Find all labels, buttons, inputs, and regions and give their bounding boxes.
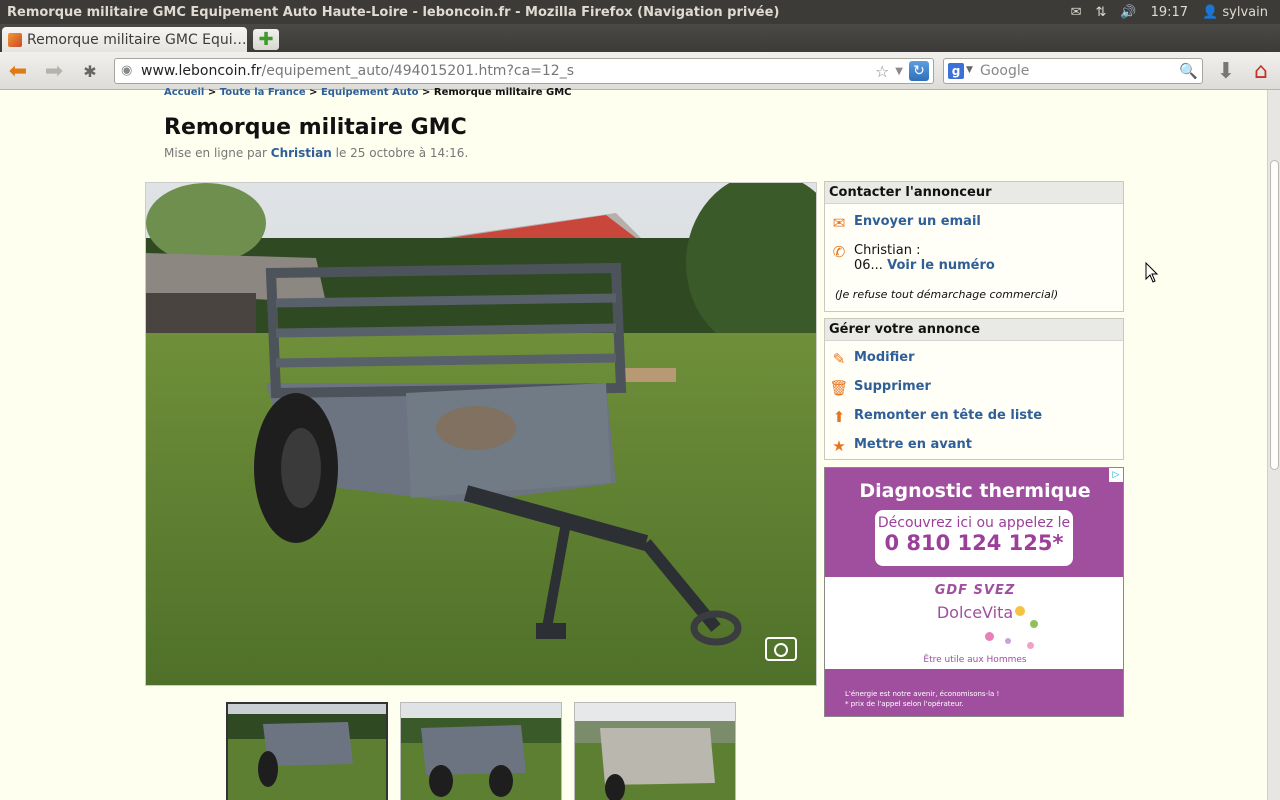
modify-row[interactable]: ✎ Modifier bbox=[829, 350, 915, 368]
system-tray: ✉ ⇅ 🔊 19:17 👤 sylvain bbox=[1071, 5, 1280, 20]
user-menu[interactable]: 👤 sylvain bbox=[1202, 5, 1268, 20]
breadcrumb-current: Remorque militaire GMC bbox=[433, 87, 572, 98]
ad-dots-decoration bbox=[975, 602, 1045, 652]
new-tab-button[interactable]: ✚ bbox=[253, 29, 279, 50]
os-top-panel: Remorque militaire GMC Equipement Auto H… bbox=[0, 0, 1280, 24]
ad-phone-box: Découvrez ici ou appelez le 0 810 124 12… bbox=[875, 510, 1073, 566]
bookmark-star-icon[interactable]: ☆ bbox=[875, 62, 889, 81]
tab-title: Remorque militaire GMC Equi… bbox=[27, 31, 247, 48]
trash-icon: 🗑 bbox=[829, 379, 849, 397]
download-icon[interactable]: ⬇ bbox=[1214, 59, 1238, 84]
contact-box: Contacter l'annonceur ✉ Envoyer un email… bbox=[824, 181, 1124, 312]
navigation-toolbar: ⬅ ➡ ✱ ◉ www.leboncoin.fr/equipement_auto… bbox=[0, 52, 1280, 90]
thumbnail-1[interactable] bbox=[226, 702, 388, 800]
delete-link[interactable]: Supprimer bbox=[854, 379, 931, 394]
search-placeholder: Google bbox=[980, 63, 1030, 79]
ad-callout: Découvrez ici ou appelez le bbox=[877, 515, 1071, 531]
manage-box: Gérer votre annonce ✎ Modifier 🗑 Supprim… bbox=[824, 318, 1124, 460]
ad-footer-line2: * prix de l'appel selon l'opérateur. bbox=[845, 700, 964, 708]
advertisement-banner[interactable]: Diagnostic thermique Découvrez ici ou ap… bbox=[824, 467, 1124, 717]
bump-row[interactable]: ⬆ Remonter en tête de liste bbox=[829, 408, 1042, 426]
main-photo[interactable] bbox=[145, 182, 817, 686]
arrow-up-icon: ⬆ bbox=[832, 408, 846, 426]
author-link[interactable]: Christian bbox=[271, 146, 332, 160]
trailer-photo bbox=[146, 183, 816, 685]
engine-dropdown-icon[interactable]: ▼ bbox=[966, 65, 973, 75]
privacy-icon[interactable]: ✱ bbox=[78, 59, 102, 83]
delete-row[interactable]: 🗑 Supprimer bbox=[829, 379, 931, 397]
feature-link[interactable]: Mettre en avant bbox=[854, 437, 972, 452]
history-dropdown-icon[interactable]: ▼ bbox=[895, 66, 903, 77]
volume-icon[interactable]: 🔊 bbox=[1120, 5, 1136, 20]
tab-bar: Remorque militaire GMC Equi… ✚ bbox=[0, 24, 1280, 52]
clock[interactable]: 19:17 bbox=[1151, 5, 1188, 20]
google-engine-icon[interactable]: g bbox=[948, 63, 964, 79]
home-icon[interactable]: ⌂ bbox=[1249, 59, 1273, 84]
ad-tagline: Être utile aux Hommes bbox=[923, 655, 1027, 665]
phone-prefix: 06... bbox=[854, 258, 883, 273]
posted-date: le 25 octobre à 14:16. bbox=[335, 146, 469, 160]
user-icon: 👤 bbox=[1202, 4, 1219, 20]
url-bar[interactable]: ◉ www.leboncoin.fr/equipement_auto/49401… bbox=[114, 58, 934, 84]
ad-phone-number: 0 810 124 125* bbox=[884, 531, 1064, 555]
search-bar[interactable]: g ▼ Google 🔍 bbox=[943, 58, 1203, 84]
thumbnail-2[interactable] bbox=[400, 702, 562, 800]
phone-icon: ✆ bbox=[832, 243, 846, 261]
back-button[interactable]: ⬅ bbox=[6, 59, 30, 84]
thumbnail-1-image bbox=[228, 704, 386, 800]
ad-footer-line1: L'énergie est notre avenir, économisons-… bbox=[845, 690, 1000, 698]
ad-middle-section: GDF SVEZ DolceVita Être utile aux Hommes bbox=[825, 577, 1123, 669]
contact-heading: Contacter l'annonceur bbox=[825, 182, 1123, 204]
show-number-link[interactable]: Voir le numéro bbox=[887, 258, 995, 273]
advertiser-name: Christian : bbox=[854, 243, 921, 258]
breadcrumb-separator: > bbox=[207, 87, 217, 98]
breadcrumb-separator: > bbox=[422, 87, 431, 98]
window-title: Remorque militaire GMC Equipement Auto H… bbox=[7, 4, 780, 20]
ad-top-section: Diagnostic thermique Découvrez ici ou ap… bbox=[825, 468, 1123, 577]
ad-footer: L'énergie est notre avenir, économisons-… bbox=[825, 669, 1123, 716]
pencil-icon: ✎ bbox=[832, 350, 846, 368]
mail-icon[interactable]: ✉ bbox=[1071, 5, 1082, 20]
reload-icon[interactable]: ↻ bbox=[909, 61, 929, 81]
posted-prefix: Mise en ligne par bbox=[164, 146, 267, 160]
adchoices-icon[interactable]: ▷ bbox=[1109, 468, 1123, 482]
breadcrumb-category-link[interactable]: Equipement Auto bbox=[321, 87, 419, 98]
globe-icon: ◉ bbox=[121, 63, 133, 78]
mouse-cursor-icon bbox=[1145, 262, 1159, 283]
url-path: /equipement_auto/494015201.htm?ca=12_s bbox=[261, 63, 574, 79]
thumbnail-2-image bbox=[401, 703, 561, 800]
thumbnail-3-image bbox=[575, 703, 735, 800]
posted-info: Mise en ligne par Christian le 25 octobr… bbox=[164, 146, 468, 160]
envelope-icon: ✉ bbox=[832, 214, 846, 232]
modify-link[interactable]: Modifier bbox=[854, 350, 915, 365]
favicon-icon bbox=[8, 32, 22, 47]
breadcrumb-home-link[interactable]: Accueil bbox=[164, 87, 204, 98]
scroll-thumb[interactable] bbox=[1270, 160, 1279, 470]
ad-title: Diagnostic thermique bbox=[859, 480, 1091, 502]
breadcrumb: Accueil > Toute la France > Equipement A… bbox=[164, 87, 572, 98]
phone-row: ✆ Christian : 06... Voir le numéro bbox=[829, 243, 995, 273]
breadcrumb-region-link[interactable]: Toute la France bbox=[220, 87, 306, 98]
star-icon: ★ bbox=[832, 437, 846, 455]
network-icon[interactable]: ⇅ bbox=[1096, 5, 1107, 20]
search-icon[interactable]: 🔍 bbox=[1179, 62, 1198, 80]
send-email-row[interactable]: ✉ Envoyer un email bbox=[829, 214, 981, 232]
breadcrumb-separator: > bbox=[309, 87, 318, 98]
feature-row[interactable]: ★ Mettre en avant bbox=[829, 437, 972, 455]
url-host: www.leboncoin.fr bbox=[141, 63, 262, 79]
ad-brand-logo: GDF SVEZ bbox=[934, 583, 1016, 598]
bump-link[interactable]: Remonter en tête de liste bbox=[854, 408, 1042, 423]
thumbnail-3[interactable] bbox=[574, 702, 736, 800]
user-name: sylvain bbox=[1222, 4, 1268, 20]
disclaimer-text: (Je refuse tout démarchage commercial) bbox=[835, 288, 1059, 301]
send-email-link[interactable]: Envoyer un email bbox=[854, 214, 981, 229]
forward-button[interactable]: ➡ bbox=[42, 59, 66, 84]
page-scrollbar[interactable] bbox=[1267, 90, 1280, 800]
page-title: Remorque militaire GMC bbox=[164, 115, 467, 140]
manage-heading: Gérer votre annonce bbox=[825, 319, 1123, 341]
phone-block: Christian : 06... Voir le numéro bbox=[854, 243, 995, 273]
tab-listing[interactable]: Remorque militaire GMC Equi… bbox=[2, 27, 247, 52]
